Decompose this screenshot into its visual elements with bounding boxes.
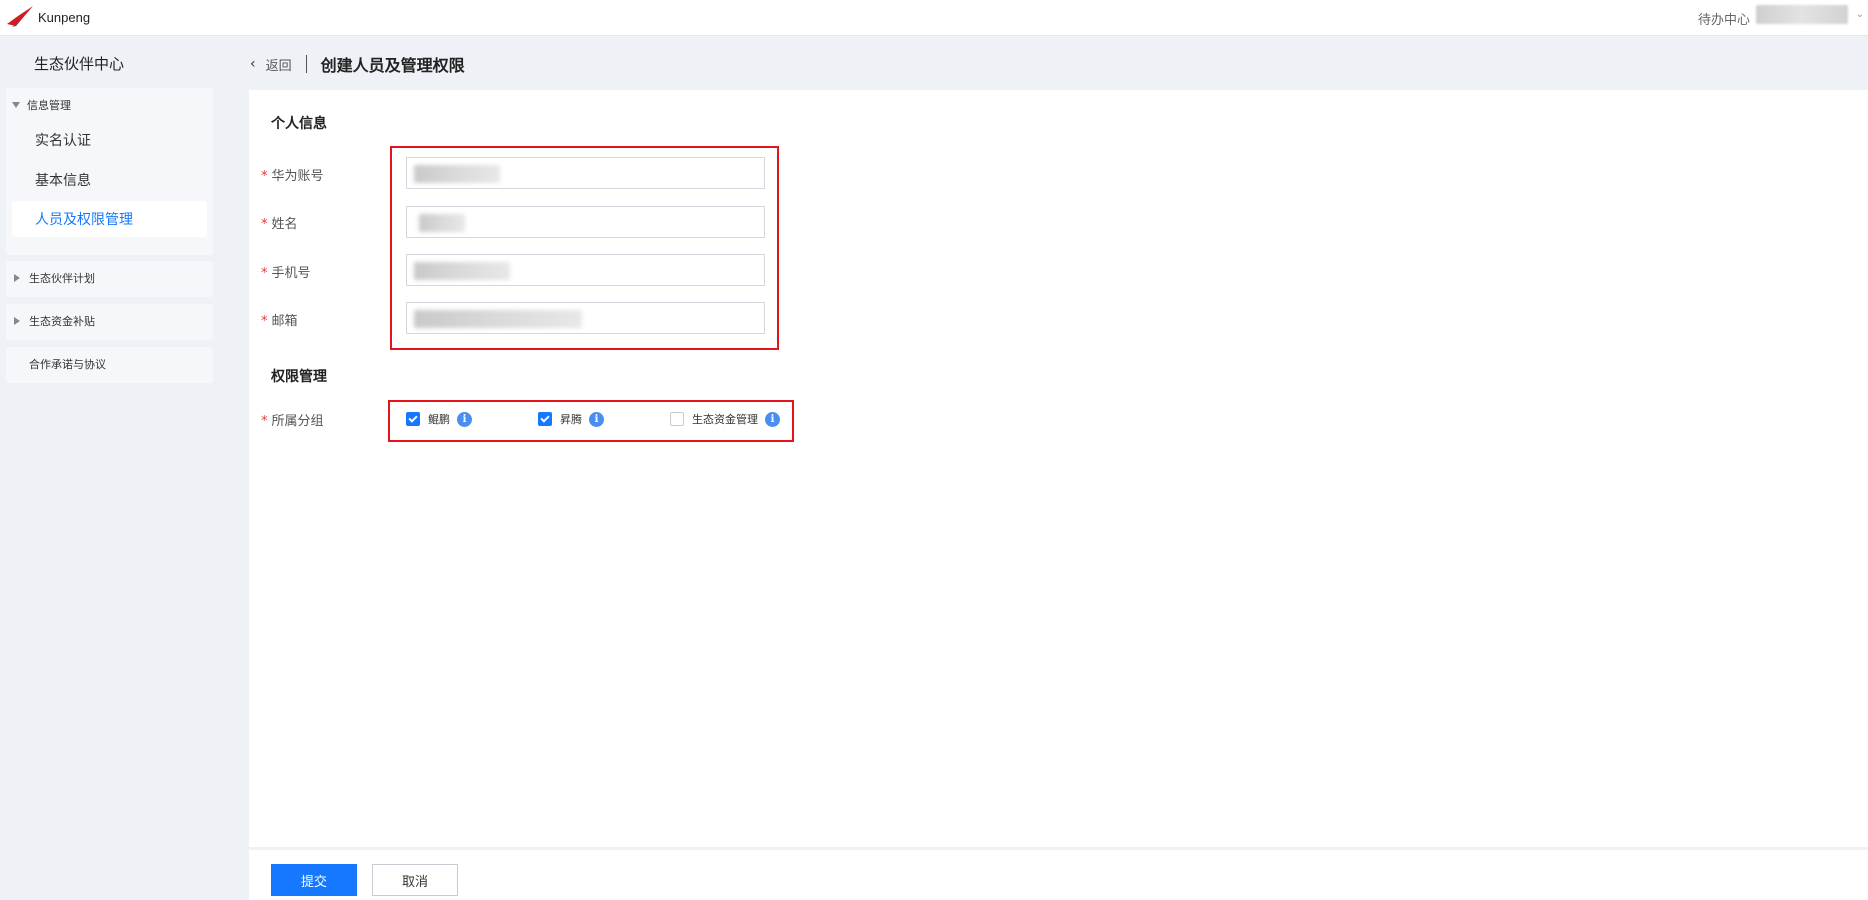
checkbox-kunpeng[interactable] [406, 412, 420, 426]
sidebar-group-info-management: 信息管理 实名认证 基本信息 人员及权限管理 [6, 88, 213, 255]
sidebar-group-header[interactable]: 生态资金补贴 [6, 304, 213, 338]
redacted-value [419, 214, 465, 232]
cancel-button[interactable]: 取消 [372, 864, 458, 896]
sidebar-group-fund-subsidy[interactable]: 生态资金补贴 [6, 304, 213, 340]
caret-right-icon [14, 317, 20, 325]
redacted-value [414, 262, 510, 280]
brand-name: Kunpeng [38, 9, 91, 25]
required-mark: * [261, 314, 268, 329]
sidebar-item-label: 实名认证 [35, 133, 91, 149]
chevron-left-icon[interactable]: ‹ [250, 56, 256, 72]
sidebar-group-partner-program[interactable]: 生态伙伴计划 [6, 261, 213, 297]
sidebar-item-label: 基本信息 [35, 172, 91, 189]
required-mark: * [261, 414, 268, 429]
brand-logo[interactable]: Kunpeng [6, 4, 90, 30]
info-icon[interactable]: i [457, 411, 472, 427]
group-option-ascend[interactable]: 昇腾 i [538, 411, 604, 427]
chevron-down-icon[interactable]: ⌄ [1856, 9, 1864, 20]
group-option-kunpeng[interactable]: 鲲鹏 i [406, 411, 472, 427]
field-label-text: 姓名 [271, 217, 298, 232]
checkbox-label: 昇腾 [560, 413, 582, 426]
sidebar: 生态伙伴中心 信息管理 实名认证 基本信息 人员及权限管理 生态伙伴计划 生态资… [0, 37, 236, 900]
sidebar-group-label: 生态伙伴计划 [29, 272, 95, 285]
sidebar-item-cooperation-agreement[interactable]: 合作承诺与协议 [6, 347, 213, 383]
checkbox-fund-management[interactable] [670, 412, 684, 426]
kunpeng-logo-icon [6, 4, 34, 30]
field-label-group: * 所属分组 [261, 410, 324, 429]
field-label-name: * 姓名 [261, 213, 298, 232]
submit-button[interactable]: 提交 [271, 864, 357, 896]
required-mark: * [261, 217, 268, 232]
top-bar: Kunpeng 待办中心 ⌄ [0, 0, 1868, 36]
info-icon[interactable]: i [589, 411, 604, 427]
redacted-value [414, 165, 500, 183]
divider [305, 55, 307, 73]
sidebar-group-header[interactable]: 生态伙伴计划 [6, 261, 213, 295]
checkbox-ascend[interactable] [538, 412, 552, 426]
section-title-personal-info: 个人信息 [271, 116, 327, 132]
caret-right-icon [14, 274, 20, 282]
sidebar-group-header[interactable]: 合作承诺与协议 [6, 347, 213, 381]
info-icon[interactable]: i [765, 411, 780, 427]
breadcrumb: ‹ 返回 创建人员及管理权限 [250, 52, 465, 76]
field-label-text: 手机号 [271, 266, 311, 281]
user-account-menu[interactable] [1756, 5, 1848, 24]
form-panel: 个人信息 * 华为账号 * 姓名 * 手机号 * 邮箱 权限管理 * 所属分组 鲲鹏 i … [249, 90, 1868, 847]
required-mark: * [261, 266, 268, 281]
group-option-fund-management[interactable]: 生态资金管理 i [670, 411, 780, 427]
field-label-phone: * 手机号 [261, 262, 311, 281]
email-input[interactable] [406, 302, 765, 334]
checkbox-label: 鲲鹏 [428, 413, 450, 426]
sidebar-group-header[interactable]: 信息管理 [6, 88, 213, 122]
section-title-permissions: 权限管理 [271, 369, 327, 385]
sidebar-item-staff-permissions[interactable]: 人员及权限管理 [12, 201, 207, 237]
redacted-value [414, 310, 582, 328]
sidebar-item-label: 人员及权限管理 [35, 212, 133, 228]
required-mark: * [261, 169, 268, 184]
field-label-email: * 邮箱 [261, 310, 298, 329]
sidebar-group-label: 生态资金补贴 [29, 315, 95, 328]
sidebar-title: 生态伙伴中心 [34, 55, 125, 73]
sidebar-item-real-name-auth[interactable]: 实名认证 [6, 122, 213, 158]
phone-input[interactable] [406, 254, 765, 286]
field-label-text: 邮箱 [271, 314, 298, 329]
field-label-text: 所属分组 [271, 414, 324, 429]
field-label-account: * 华为账号 [261, 165, 324, 184]
sidebar-group-label: 合作承诺与协议 [29, 358, 106, 371]
field-label-text: 华为账号 [271, 169, 324, 184]
sidebar-item-basic-info[interactable]: 基本信息 [6, 158, 213, 201]
page-title: 创建人员及管理权限 [320, 56, 465, 75]
name-input[interactable] [406, 206, 765, 238]
back-link[interactable]: 返回 [266, 55, 292, 74]
checkbox-label: 生态资金管理 [692, 413, 758, 426]
huawei-account-input[interactable] [406, 157, 765, 189]
caret-down-icon [12, 102, 20, 108]
todo-center-link[interactable]: 待办中心 [1698, 9, 1750, 28]
sidebar-group-label: 信息管理 [27, 99, 71, 112]
form-footer: 提交 取消 [249, 850, 1868, 900]
